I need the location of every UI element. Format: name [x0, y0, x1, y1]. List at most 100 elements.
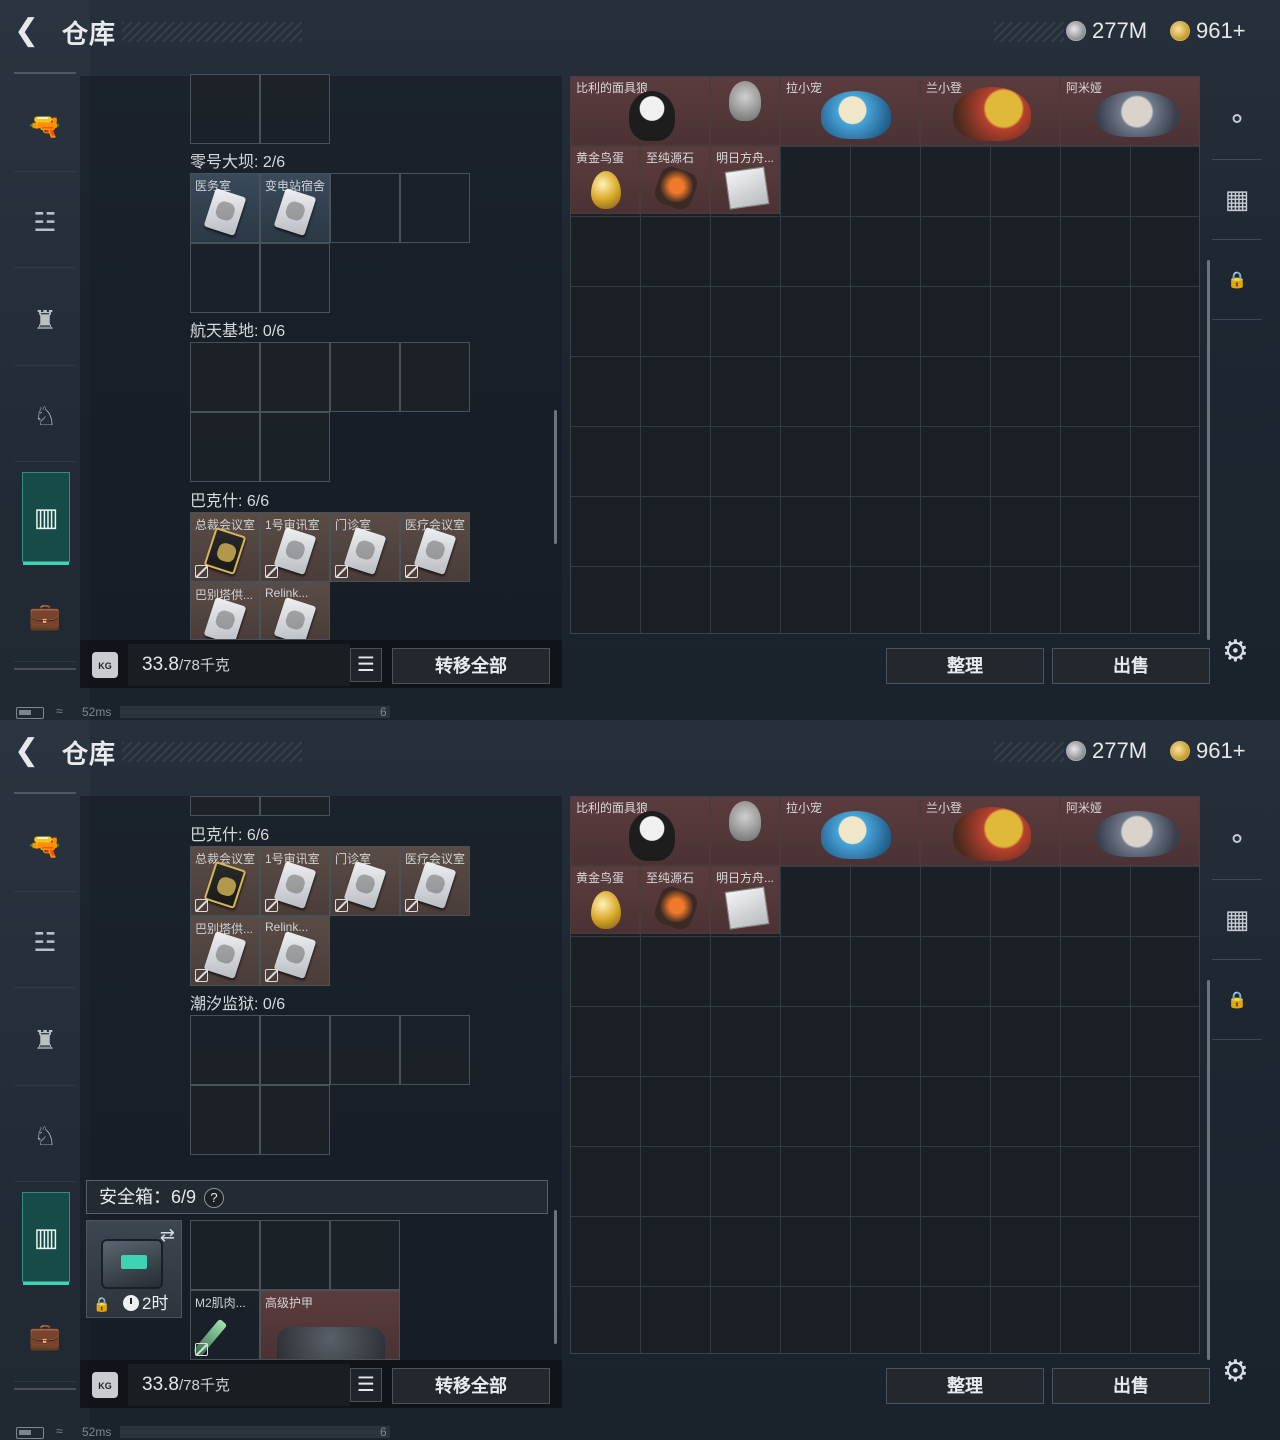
- sell-button[interactable]: 出售: [1052, 648, 1210, 684]
- empty-slot[interactable]: [260, 796, 330, 816]
- keycard-case-icon[interactable]: ▥: [22, 472, 70, 565]
- sell-button[interactable]: 出售: [1052, 1368, 1210, 1404]
- stash-item[interactable]: 黄金鸟蛋: [570, 866, 640, 934]
- keycard-slot[interactable]: 医疗会议室: [400, 846, 470, 916]
- chest-rig-icon[interactable]: ♘: [14, 1092, 76, 1182]
- item-label: 高级护甲: [265, 1296, 314, 1310]
- keycard-slot[interactable]: 1号审讯室: [260, 512, 330, 582]
- empty-slot[interactable]: [260, 74, 330, 144]
- sort-icon[interactable]: ⚬: [1212, 800, 1262, 880]
- keycard-slot[interactable]: 医疗会议室: [400, 512, 470, 582]
- safebox-item[interactable]: M2肌肉...: [190, 1290, 260, 1360]
- stash-item[interactable]: [710, 76, 780, 146]
- help-icon[interactable]: ?: [204, 1188, 225, 1209]
- keycard-slot[interactable]: 总裁会议室: [190, 846, 260, 916]
- empty-slot[interactable]: [190, 243, 260, 313]
- back-arrow-icon[interactable]: ❮: [14, 734, 48, 768]
- settings-gear-icon[interactable]: ⚙: [1222, 1354, 1249, 1389]
- filter-icon[interactable]: ▦: [1212, 160, 1262, 240]
- transfer-all-button[interactable]: 转移全部: [392, 648, 550, 684]
- stash-item[interactable]: [710, 796, 780, 866]
- empty-slot[interactable]: [260, 1220, 330, 1290]
- stash-item[interactable]: 阿米娅: [1060, 76, 1200, 146]
- chest-rig-icon[interactable]: ♘: [14, 372, 76, 462]
- keycard-slot[interactable]: 门诊室: [330, 846, 400, 916]
- keycard-slot[interactable]: 总裁会议室: [190, 512, 260, 582]
- currency-decoration: [994, 742, 1064, 762]
- empty-slot[interactable]: [190, 1085, 260, 1155]
- lock-icon[interactable]: 🔒: [1212, 960, 1262, 1040]
- gun-icon[interactable]: 🔫: [14, 82, 76, 172]
- stash-item[interactable]: 比利的面具狼: [570, 796, 710, 866]
- organize-button[interactable]: 整理: [886, 648, 1044, 684]
- gun-icon[interactable]: 🔫: [14, 802, 76, 892]
- keycard-slot[interactable]: 变电站宿舍: [260, 173, 330, 243]
- stash-item[interactable]: 至纯源石: [640, 146, 710, 214]
- swap-icon[interactable]: ⇄: [160, 1225, 175, 1246]
- empty-slot[interactable]: [330, 1015, 400, 1085]
- stash-item[interactable]: 阿米娅: [1060, 796, 1200, 866]
- empty-slot[interactable]: [190, 74, 260, 144]
- empty-slot[interactable]: [190, 1220, 260, 1290]
- empty-slot[interactable]: [400, 342, 470, 412]
- armor-icon[interactable]: ☳: [14, 898, 76, 988]
- back-arrow-icon[interactable]: ❮: [14, 14, 48, 48]
- stash-item[interactable]: 明日方舟...: [710, 146, 780, 214]
- safebox-item[interactable]: 高级护甲: [260, 1290, 400, 1360]
- list-view-button[interactable]: ☰: [350, 648, 382, 682]
- keycard-case-icon[interactable]: ▥: [22, 1192, 70, 1285]
- settings-gear-icon[interactable]: ⚙: [1222, 634, 1249, 669]
- stash-item[interactable]: 明日方舟...: [710, 866, 780, 934]
- gold-currency[interactable]: 961+: [1170, 738, 1246, 764]
- keycard-slot[interactable]: 巴别塔供...: [190, 582, 260, 640]
- stash-scrollbar[interactable]: [1207, 980, 1210, 1360]
- empty-slot[interactable]: [330, 1220, 400, 1290]
- backpack-icon[interactable]: ♜: [14, 276, 76, 366]
- list-view-button[interactable]: ☰: [350, 1368, 382, 1402]
- keycard-slot[interactable]: Relink...: [260, 582, 330, 640]
- filter-icon[interactable]: ▦: [1212, 880, 1262, 960]
- stash-item[interactable]: 兰小登: [920, 76, 1060, 146]
- figure-icon: [1095, 91, 1179, 137]
- armor-icon[interactable]: ☳: [14, 178, 76, 268]
- briefcase-icon[interactable]: 💼: [14, 1292, 76, 1382]
- keycard-slot[interactable]: 1号审讯室: [260, 846, 330, 916]
- empty-slot[interactable]: [330, 173, 400, 243]
- left-scrollbar[interactable]: [554, 1210, 557, 1344]
- empty-slot[interactable]: [260, 1015, 330, 1085]
- briefcase-icon[interactable]: 💼: [14, 572, 76, 662]
- empty-slot[interactable]: [190, 412, 260, 482]
- stash-item[interactable]: 比利的面具狼: [570, 76, 710, 146]
- safebox-tile[interactable]: ⇄ 🔒 2时: [86, 1220, 182, 1318]
- empty-slot[interactable]: [190, 342, 260, 412]
- stash-item[interactable]: 至纯源石: [640, 866, 710, 934]
- stash-item[interactable]: 兰小登: [920, 796, 1060, 866]
- keycard-slot[interactable]: 巴别塔供...: [190, 916, 260, 986]
- stash-item[interactable]: 拉小宠: [780, 796, 920, 866]
- backpack-icon[interactable]: ♜: [14, 996, 76, 1086]
- keycard-slot[interactable]: 医务室: [190, 173, 260, 243]
- keycard-slot[interactable]: 门诊室: [330, 512, 400, 582]
- empty-slot[interactable]: [190, 1015, 260, 1085]
- keycard-slot[interactable]: Relink...: [260, 916, 330, 986]
- empty-slot[interactable]: [330, 342, 400, 412]
- empty-slot[interactable]: [260, 243, 330, 313]
- gold-currency[interactable]: 961+: [1170, 18, 1246, 44]
- stash-item[interactable]: 黄金鸟蛋: [570, 146, 640, 214]
- sort-icon[interactable]: ⚬: [1212, 80, 1262, 160]
- figure-icon: [821, 91, 891, 139]
- keycard-icon: [413, 861, 457, 909]
- lock-icon[interactable]: 🔒: [1212, 240, 1262, 320]
- empty-slot[interactable]: [260, 342, 330, 412]
- empty-slot[interactable]: [400, 1015, 470, 1085]
- keycard-icon: [203, 861, 247, 909]
- stash-item[interactable]: 拉小宠: [780, 76, 920, 146]
- transfer-all-button[interactable]: 转移全部: [392, 1368, 550, 1404]
- empty-slot[interactable]: [400, 173, 470, 243]
- organize-button[interactable]: 整理: [886, 1368, 1044, 1404]
- empty-slot[interactable]: [190, 796, 260, 816]
- empty-slot[interactable]: [260, 412, 330, 482]
- stash-scrollbar[interactable]: [1207, 260, 1210, 640]
- empty-slot[interactable]: [260, 1085, 330, 1155]
- left-scrollbar[interactable]: [554, 410, 557, 544]
